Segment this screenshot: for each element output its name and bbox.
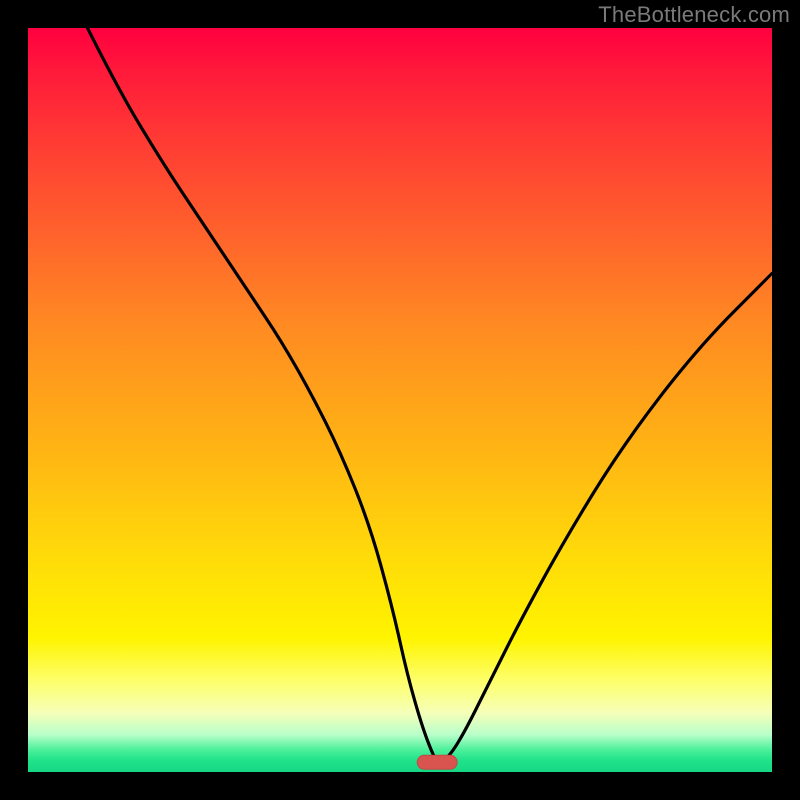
bottleneck-curve: [88, 28, 773, 762]
watermark-text: TheBottleneck.com: [598, 2, 790, 28]
chart-frame: TheBottleneck.com: [0, 0, 800, 800]
optimum-marker: [417, 755, 457, 769]
plot-area: [28, 28, 772, 772]
chart-overlay: [28, 28, 772, 772]
